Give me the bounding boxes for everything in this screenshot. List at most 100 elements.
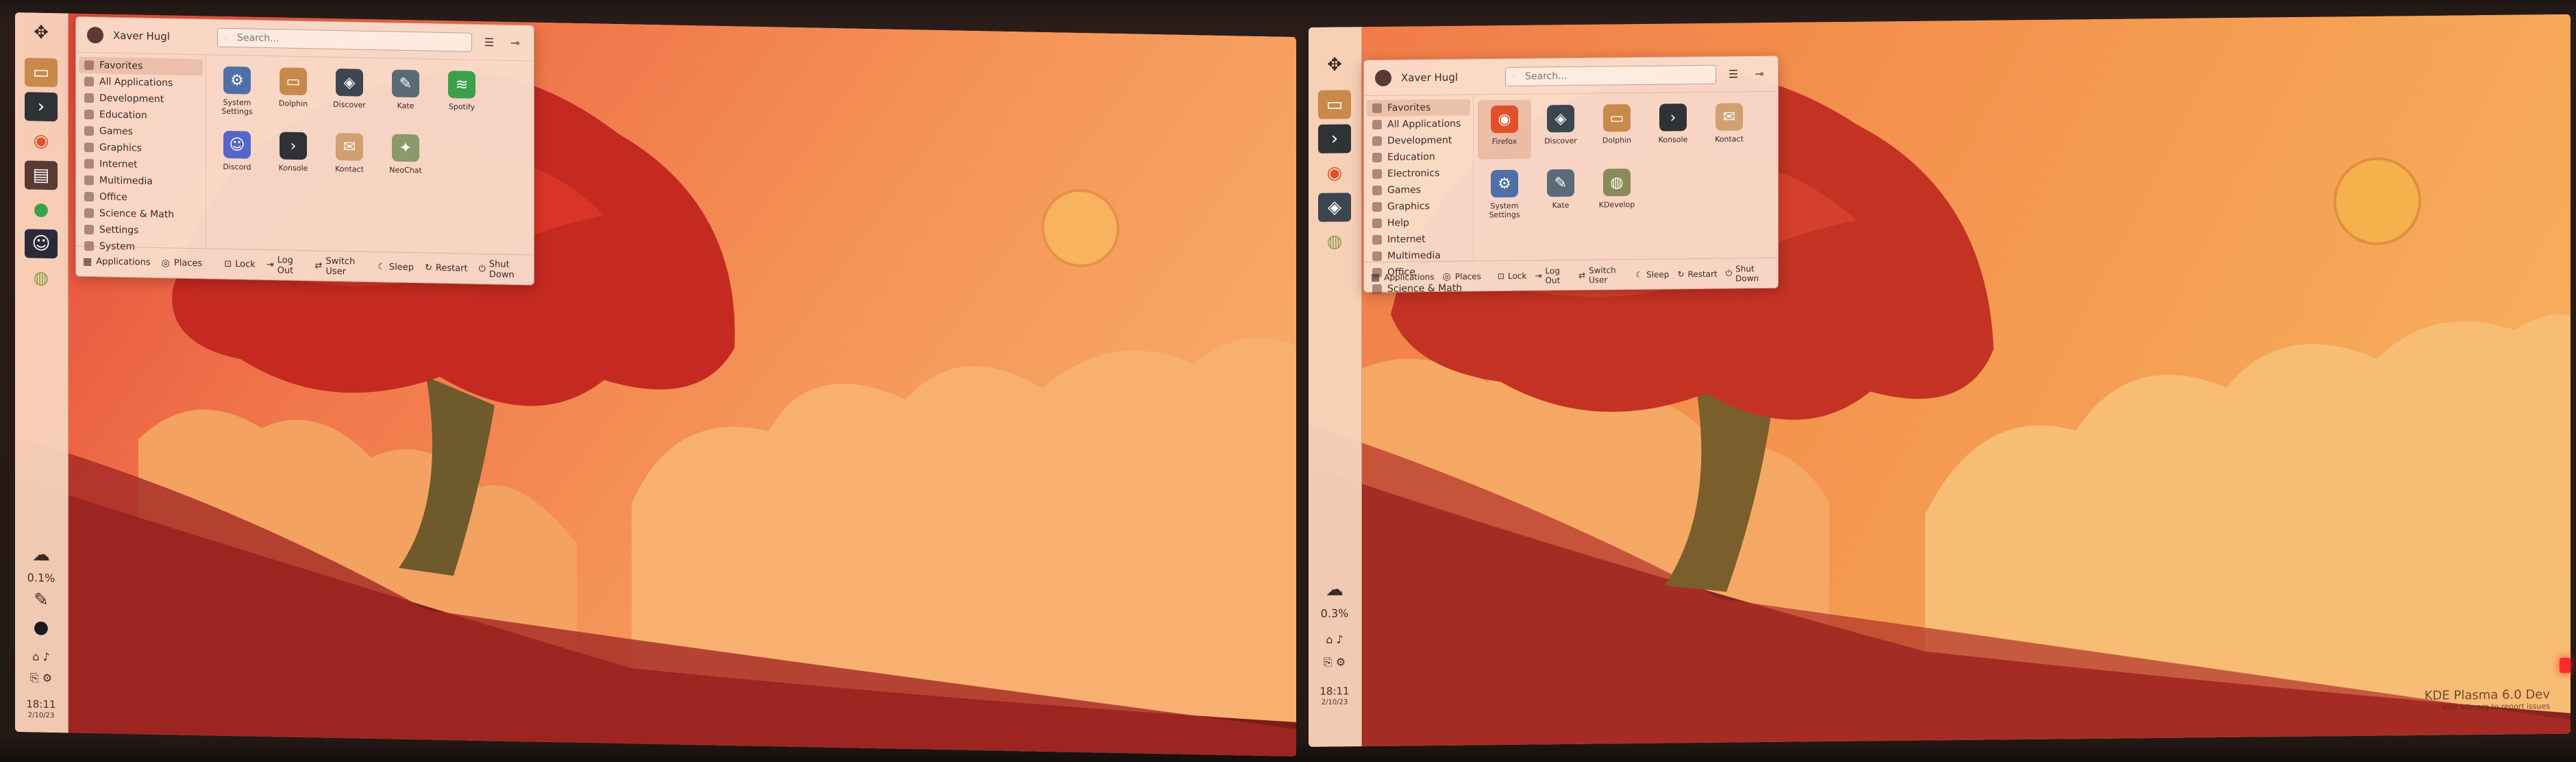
category-education[interactable]: Education [79, 106, 203, 125]
app-dolphin[interactable]: ▭ Dolphin [1590, 99, 1644, 158]
clock-time[interactable]: 18:11 [22, 698, 60, 711]
tray-icons-2[interactable]: ⎘ ⚙ [1318, 648, 1351, 677]
app-launcher-icon[interactable]: ✥ [25, 18, 58, 47]
firefox-task-icon[interactable]: ◉ [25, 126, 58, 156]
category-development[interactable]: Development [1367, 132, 1470, 150]
switch-user-label: Switch User [1589, 265, 1616, 285]
shutdown-button[interactable]: ⏻ Shut Down [1726, 263, 1771, 283]
tab-applications[interactable]: ▦ Applications [1371, 271, 1435, 282]
app-label: Konsole [278, 163, 308, 173]
pin-icon[interactable]: ⊸ [506, 34, 524, 51]
app-discord[interactable]: ☺ Discord [210, 125, 264, 184]
app-spotify[interactable]: ≋ Spotify [435, 65, 488, 125]
category-development[interactable]: Development [79, 90, 203, 108]
configure-icon[interactable]: ☰ [1724, 65, 1742, 83]
konsole-task-icon[interactable]: › [25, 92, 58, 122]
app-task-icon[interactable]: ◍ [25, 263, 58, 293]
search-input[interactable] [217, 27, 472, 52]
restart-button[interactable]: ↻ Restart [425, 262, 468, 273]
sleep-button[interactable]: ☾ Sleep [1635, 269, 1669, 280]
category-education[interactable]: Education [1367, 149, 1470, 167]
pin-icon[interactable]: ⊸ [1750, 64, 1768, 82]
kontact-icon: ✉ [1716, 103, 1743, 131]
category-games[interactable]: Games [79, 123, 203, 141]
category-label: Favorites [1387, 102, 1431, 114]
app-kontact[interactable]: ✉ Kontact [323, 127, 376, 187]
clock-date: 2/10/23 [1321, 698, 1348, 706]
shutdown-button[interactable]: ⏻ Shut Down [479, 258, 527, 280]
pen-icon[interactable]: ✎ [25, 585, 58, 615]
lock-button[interactable]: ⊡ Lock [224, 259, 256, 270]
category-all-applications[interactable]: All Applications [79, 73, 203, 92]
tab-applications-label: Applications [96, 256, 151, 268]
category-label: Multimedia [99, 175, 153, 187]
category-label: Development [1387, 134, 1452, 147]
konsole-task-icon[interactable]: › [1318, 124, 1351, 153]
dolphin-task-icon[interactable]: ▭ [25, 58, 58, 88]
app-label: Konsole [1658, 135, 1688, 145]
app-launcher-icon[interactable]: ✥ [1318, 50, 1351, 79]
switch-user-button[interactable]: ⇄ Switch User [1578, 265, 1627, 285]
tab-places-label: Places [1454, 271, 1481, 282]
category-office[interactable]: Office [79, 188, 203, 207]
app-kontact[interactable]: ✉ Kontact [1702, 97, 1756, 157]
spotify-task-icon[interactable]: ● [25, 195, 58, 224]
configure-icon[interactable]: ☰ [480, 34, 498, 51]
app-firefox[interactable]: ◉ Firefox [1478, 99, 1531, 160]
app-kate[interactable]: ✎ Kate [1534, 164, 1587, 223]
logout-button[interactable]: ⇥ Log Out [267, 255, 304, 276]
app-dolphin[interactable]: ▭ Dolphin [267, 62, 320, 121]
clock-time[interactable]: 18:11 [1315, 685, 1354, 698]
category-internet[interactable]: Internet [79, 156, 203, 174]
avatar[interactable] [1374, 68, 1393, 88]
app-neochat[interactable]: ✦ NeoChat [379, 128, 432, 188]
app-system-settings[interactable]: ⚙ System Settings [210, 60, 264, 120]
app-konsole[interactable]: › Konsole [267, 126, 320, 186]
app-label: Spotify [448, 102, 475, 112]
tab-applications[interactable]: ▦ Applications [83, 256, 151, 268]
category-graphics[interactable]: Graphics [79, 139, 203, 158]
app-task-icon[interactable]: ◍ [1318, 227, 1351, 256]
discord-task-icon[interactable]: ☺ [25, 229, 58, 259]
settings-icon: ⚙ [1491, 169, 1518, 198]
category-internet[interactable]: Internet [1367, 231, 1470, 249]
menu-footer: ▦ Applications ◎ Places ⊡ Lock ⇥ Log Out ⇄ Sw… [1364, 257, 1778, 293]
app-system-settings[interactable]: ⚙ System Settings [1478, 164, 1531, 224]
category-games[interactable]: Games [1367, 182, 1470, 199]
category-settings[interactable]: Settings [79, 221, 203, 240]
category-all-applications[interactable]: All Applications [1367, 116, 1470, 134]
lock-button[interactable]: ⊡ Lock [1498, 271, 1526, 280]
sleep-button[interactable]: ☾ Sleep [377, 262, 414, 273]
tab-places[interactable]: ◎ Places [1443, 271, 1481, 282]
app-discover[interactable]: ◈ Discover [323, 63, 376, 123]
tab-places[interactable]: ◎ Places [162, 258, 203, 269]
logout-button[interactable]: ⇥ Log Out [1535, 266, 1570, 286]
app-discover[interactable]: ◈ Discover [1534, 99, 1587, 159]
record-icon[interactable]: ● [25, 613, 58, 642]
image-task-icon[interactable]: ▤ [25, 160, 58, 190]
category-favorites[interactable]: Favorites [79, 56, 203, 76]
category-favorites[interactable]: Favorites [1367, 99, 1470, 117]
discover-task-icon[interactable]: ◈ [1318, 193, 1351, 222]
folder-icon: ▭ [280, 67, 307, 96]
search-input[interactable] [1505, 64, 1716, 86]
app-kate[interactable]: ✎ Kate [379, 64, 432, 123]
menu-header: Xaver Hugl ⌕ ☰ ⊸ [1364, 56, 1778, 97]
category-graphics[interactable]: Graphics [1367, 198, 1470, 216]
app-launcher-menu: Xaver Hugl ⌕ ☰ ⊸ Favorites All Applicatio… [75, 16, 534, 286]
app-konsole[interactable]: › Konsole [1646, 98, 1700, 158]
restart-button[interactable]: ↻ Restart [1677, 269, 1717, 279]
avatar[interactable] [86, 25, 105, 45]
category-help[interactable]: Help [1367, 214, 1470, 232]
category-science-math[interactable]: Science & Math [79, 205, 203, 223]
dolphin-task-icon[interactable]: ▭ [1318, 90, 1351, 119]
firefox-task-icon[interactable]: ◉ [1318, 158, 1351, 188]
weather-icon[interactable]: ☁ [25, 540, 58, 569]
switch-user-button[interactable]: ⇄ Switch User [314, 256, 367, 277]
weather-icon[interactable]: ☁ [1318, 575, 1351, 604]
tray-icons-2[interactable]: ⎘ ⚙ [25, 663, 58, 693]
category-multimedia[interactable]: Multimedia [79, 172, 203, 190]
app-kdevelop[interactable]: ◍ KDevelop [1590, 163, 1644, 223]
category-electronics[interactable]: Electronics [1367, 165, 1470, 183]
category-label: Internet [1387, 234, 1426, 245]
